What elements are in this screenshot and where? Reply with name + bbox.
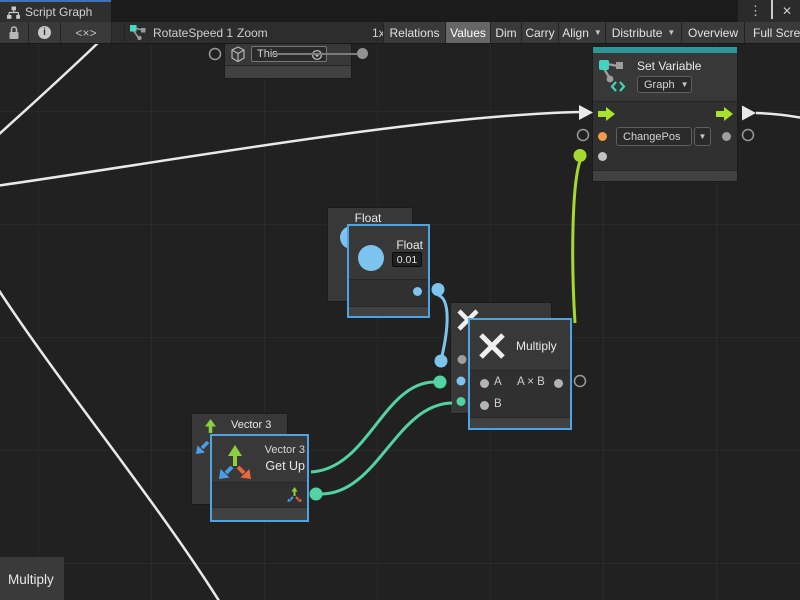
graph-toolbar: i <×> RotateSpeed 1 Zoom 1x Relations Va… xyxy=(0,22,800,44)
node-type-label: Vector 3 xyxy=(254,444,305,456)
empty-port-ring[interactable] xyxy=(210,49,221,60)
flow-wire[interactable] xyxy=(0,289,221,600)
relations-button[interactable]: Relations xyxy=(383,22,445,43)
node-title: Multiply xyxy=(8,572,54,587)
chevron-down-icon: ▼ xyxy=(681,80,689,89)
graph-hierarchy-icon xyxy=(7,6,20,19)
cube-icon xyxy=(230,46,246,63)
input-port-b[interactable] xyxy=(480,401,489,410)
fullscreen-button[interactable]: Full Screen xyxy=(744,22,800,43)
zoom-slider-track[interactable] xyxy=(270,53,358,55)
node-footer xyxy=(225,65,351,78)
flow-wire-into-set-variable[interactable] xyxy=(0,112,579,186)
values-button[interactable]: Values xyxy=(445,22,490,43)
carry-button[interactable]: Carry xyxy=(521,22,558,43)
dim-button[interactable]: Dim xyxy=(490,22,521,43)
toolbar-buttons: Relations Values Dim Carry Align▼ Distri… xyxy=(383,22,800,43)
graph-node-icon xyxy=(130,24,147,41)
lime-wire-endpoint[interactable] xyxy=(574,149,587,162)
close-icon[interactable]: ✕ xyxy=(782,0,792,22)
empty-port-ring[interactable] xyxy=(578,130,589,141)
code-icon: <×> xyxy=(75,26,96,40)
flow-wire[interactable] xyxy=(0,38,103,137)
empty-port-ring[interactable] xyxy=(575,376,586,387)
multiply-node[interactable]: Multiply A A × B B xyxy=(468,318,572,430)
tab-bar: Script Graph ⋮ ✕ xyxy=(0,0,800,22)
node-title: Get Up xyxy=(250,459,305,473)
float-output-port[interactable] xyxy=(413,287,422,296)
info-icon: i xyxy=(38,26,51,39)
input-port-a[interactable] xyxy=(480,379,489,388)
tab-title: Script Graph xyxy=(25,5,92,19)
teal-wire-endpoint[interactable] xyxy=(310,488,323,501)
teal-value-wire[interactable] xyxy=(321,403,452,494)
node-title: Set Variable xyxy=(637,59,701,73)
info-button[interactable]: i xyxy=(29,22,60,43)
chevron-down-icon: ▼ xyxy=(594,28,602,37)
zoom-slider-handle[interactable] xyxy=(357,48,368,59)
multiply-x-icon xyxy=(478,332,506,360)
flow-input-port[interactable] xyxy=(598,107,615,121)
variable-input-port[interactable] xyxy=(598,132,607,141)
zoom-label: Zoom xyxy=(237,22,268,43)
node-footer xyxy=(470,417,570,428)
value-input-port[interactable] xyxy=(598,152,607,161)
arrow-up-icon xyxy=(203,418,218,434)
vector3-mini-icon xyxy=(286,486,303,503)
output-label: A × B xyxy=(517,376,545,388)
graph-breadcrumb[interactable]: RotateSpeed 1 xyxy=(130,22,233,43)
maximize-icon[interactable] xyxy=(771,0,773,22)
empty-port-ring[interactable] xyxy=(743,130,754,141)
variable-output-port[interactable] xyxy=(722,132,731,141)
overview-button[interactable]: Overview xyxy=(681,22,744,43)
kebab-menu-icon[interactable]: ⋮ xyxy=(749,0,762,22)
lock-icon xyxy=(8,26,20,40)
teal-wire-endpoint[interactable] xyxy=(434,376,447,389)
vector3-axes-icon xyxy=(217,441,253,481)
node-title: Multiply xyxy=(516,339,557,353)
node-footer xyxy=(349,306,428,316)
graph-canvas[interactable]: Float Vector 3 This xyxy=(0,0,800,600)
lock-button[interactable] xyxy=(0,22,28,43)
variable-accent-stripe xyxy=(593,47,737,53)
node-title: Vector 3 xyxy=(231,419,271,431)
code-preview-button[interactable]: <×> xyxy=(61,22,111,43)
flow-arrowhead xyxy=(579,105,593,120)
port-b-label: B xyxy=(494,398,502,410)
port-a-label: A xyxy=(494,376,502,388)
lime-value-wire[interactable] xyxy=(573,161,580,323)
variable-scope-dropdown[interactable]: Graph ▼ xyxy=(637,76,692,93)
variable-name-chevron-button[interactable]: ▼ xyxy=(694,127,711,146)
float-value-field[interactable]: 0.01 xyxy=(392,252,422,267)
blue-wire-endpoint[interactable] xyxy=(432,283,445,296)
flow-wire-out-of-set-variable[interactable] xyxy=(756,113,800,118)
unity-script-graph-window: Float Vector 3 This xyxy=(0,0,800,600)
node-footer xyxy=(212,507,307,520)
node-footer xyxy=(593,170,737,181)
distribute-button[interactable]: Distribute▼ xyxy=(605,22,681,43)
chevron-down-icon: ▼ xyxy=(699,132,707,141)
flow-arrowhead xyxy=(742,106,756,121)
this-node[interactable]: This xyxy=(224,40,352,79)
blue-value-wire[interactable] xyxy=(438,295,447,356)
float-node[interactable]: Float 0.01 xyxy=(347,224,430,318)
flow-output-port[interactable] xyxy=(716,107,733,121)
tab-script-graph[interactable]: Script Graph xyxy=(0,0,111,22)
node-title: Float xyxy=(389,238,423,252)
teal-value-wire[interactable] xyxy=(311,382,434,472)
vector3-get-up-node[interactable]: Vector 3 Get Up xyxy=(210,434,309,522)
blue-wire-endpoint[interactable] xyxy=(435,355,448,368)
output-port[interactable] xyxy=(554,379,563,388)
multiply-node-corner[interactable]: Multiply xyxy=(0,557,64,600)
set-variable-node[interactable]: Set Variable Graph ▼ ChangePos ▼ xyxy=(592,46,738,182)
variable-name-dropdown[interactable]: ChangePos xyxy=(616,127,692,146)
window-controls: ⋮ ✕ xyxy=(738,0,800,22)
chevron-down-icon: ▼ xyxy=(667,28,675,37)
object-picker-icon[interactable] xyxy=(311,49,323,61)
align-button[interactable]: Align▼ xyxy=(558,22,605,43)
node-title: Float xyxy=(328,211,408,225)
float-type-icon xyxy=(358,245,384,271)
set-variable-icon xyxy=(599,58,627,92)
